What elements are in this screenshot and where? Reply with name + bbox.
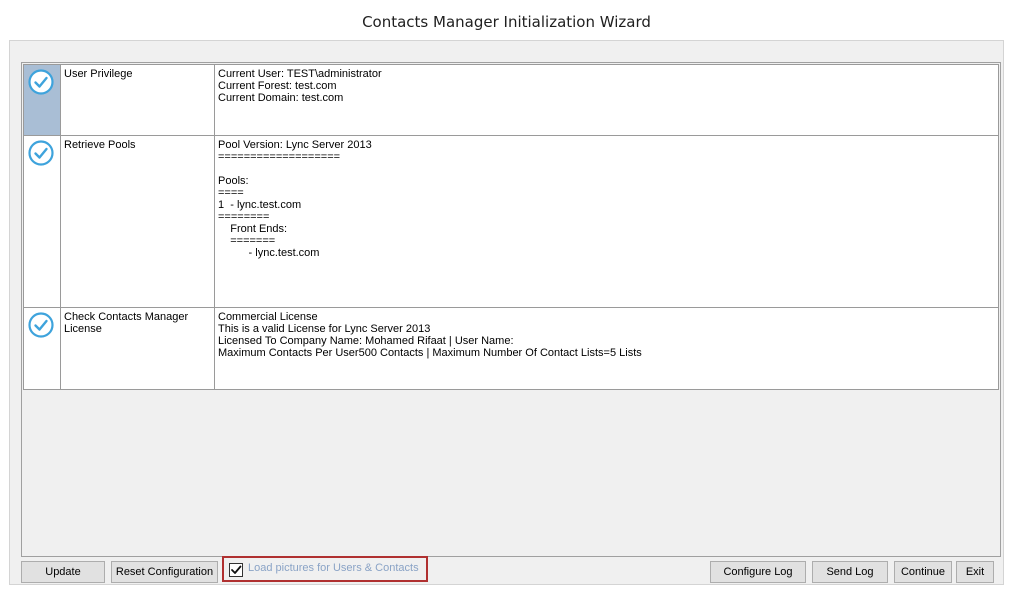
send-log-button[interactable]: Send Log xyxy=(812,561,888,583)
update-button[interactable]: Update xyxy=(21,561,105,583)
check-circle-icon xyxy=(28,140,54,166)
step-details: Current User: TEST\administrator Current… xyxy=(214,64,999,136)
status-cell xyxy=(23,64,61,136)
checkbox-box[interactable] xyxy=(229,563,243,577)
checkmark-icon xyxy=(231,565,242,574)
load-pictures-checkbox[interactable]: Load pictures for Users & Contacts xyxy=(222,556,428,582)
step-details: Commercial License This is a valid Licen… xyxy=(214,307,999,390)
steps-grid: User Privilege Current User: TEST\admini… xyxy=(21,62,1001,557)
button-bar: Update Reset Configuration Load pictures… xyxy=(10,556,1003,585)
step-name: User Privilege xyxy=(60,64,215,136)
exit-button[interactable]: Exit xyxy=(956,561,994,583)
configure-log-button[interactable]: Configure Log xyxy=(710,561,806,583)
step-details: Pool Version: Lync Server 2013 =========… xyxy=(214,135,999,308)
continue-button[interactable]: Continue xyxy=(894,561,952,583)
status-cell xyxy=(23,135,61,308)
step-name: Check Contacts Manager License xyxy=(60,307,215,390)
table-row[interactable]: Check Contacts Manager License Commercia… xyxy=(23,307,999,390)
step-name: Retrieve Pools xyxy=(60,135,215,308)
check-circle-icon xyxy=(28,312,54,338)
wizard-client-area: User Privilege Current User: TEST\admini… xyxy=(9,40,1004,585)
steps-table: User Privilege Current User: TEST\admini… xyxy=(23,64,999,390)
table-row[interactable]: User Privilege Current User: TEST\admini… xyxy=(23,64,999,136)
check-circle-icon xyxy=(28,69,54,95)
load-pictures-label: Load pictures for Users & Contacts xyxy=(248,562,419,574)
table-row[interactable]: Retrieve Pools Pool Version: Lync Server… xyxy=(23,135,999,308)
status-cell xyxy=(23,307,61,390)
window-title: Contacts Manager Initialization Wizard xyxy=(362,13,651,31)
reset-configuration-button[interactable]: Reset Configuration xyxy=(111,561,218,583)
